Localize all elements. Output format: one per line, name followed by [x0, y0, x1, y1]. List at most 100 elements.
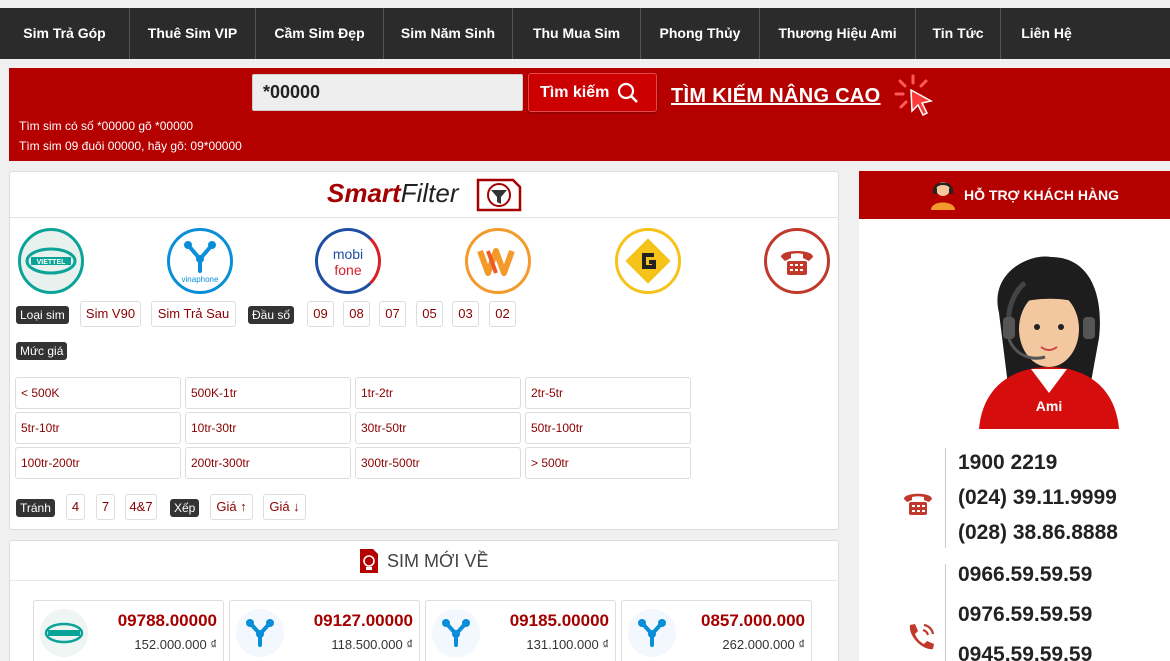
price-range-option[interactable]: < 500K	[15, 377, 181, 409]
price-range-option[interactable]: 10tr-30tr	[185, 412, 351, 444]
new-sims-header: SIM MỚI VỀ	[10, 541, 839, 581]
mobile-number[interactable]: 0966.59.59.59	[958, 563, 1092, 587]
prefix-chip[interactable]: 05	[416, 301, 443, 327]
prefix-chip[interactable]: 09	[307, 301, 334, 327]
landline-number[interactable]: (028) 38.86.8888	[958, 521, 1118, 545]
sim-price: 118.500.000 ₫	[331, 637, 413, 652]
svg-text:fone: fone	[334, 262, 361, 278]
sim-card-icon	[360, 549, 378, 573]
vinaphone-logo-icon	[432, 609, 480, 657]
price-range-option[interactable]: 200tr-300tr	[185, 447, 351, 479]
sim-number: 09788.00000	[117, 611, 217, 630]
nav-item-7[interactable]: Tin Tức	[916, 8, 1001, 59]
svg-text:VIETTEL: VIETTEL	[37, 259, 67, 266]
search-hint-1: Tìm sim có số *00000 gõ *00000	[19, 119, 194, 133]
search-icon	[618, 82, 639, 103]
carrier-landline[interactable]	[764, 228, 830, 294]
search-button[interactable]: Tìm kiếm	[528, 73, 657, 112]
sim-number: 09185.00000	[509, 611, 609, 630]
nav-item-2[interactable]: Cầm Sim Đẹp	[256, 8, 384, 59]
svg-text:vinaphone: vinaphone	[182, 275, 219, 284]
avoid-chip[interactable]: 4&7	[125, 494, 157, 520]
sort-label: Xếp	[170, 499, 200, 517]
sim-number: 09127.00000	[313, 611, 413, 630]
prefix-chip[interactable]: 03	[452, 301, 479, 327]
nav-item-3[interactable]: Sim Năm Sinh	[384, 8, 513, 59]
prefix-chip[interactable]: 02	[489, 301, 516, 327]
nav-item-4[interactable]: Thu Mua Sim	[513, 8, 641, 59]
vinaphone-logo-icon	[236, 609, 284, 657]
avoid-chip[interactable]: 7	[96, 494, 115, 520]
price-label: Mức giá	[16, 342, 68, 360]
price-range-option[interactable]: 5tr-10tr	[15, 412, 181, 444]
filter-icon	[476, 178, 522, 212]
sim-type-chip[interactable]: Sim V90	[80, 301, 141, 327]
smartfilter-header: SmartFilter	[10, 172, 839, 218]
avatar-brand-text: Ami	[1036, 398, 1062, 414]
support-avatar: Ami	[979, 256, 1119, 429]
price-range-option[interactable]: 300tr-500tr	[355, 447, 521, 479]
nav-item-1[interactable]: Thuê Sim VIP	[130, 8, 256, 59]
support-header: HỖ TRỢ KHÁCH HÀNG	[859, 171, 1170, 219]
carrier-vietnamobile[interactable]	[465, 228, 531, 294]
viettel-logo-icon: VIETTEL	[25, 247, 77, 275]
advanced-search-link[interactable]: TÌM KIẾM NÂNG CAO	[671, 85, 881, 108]
gmobile-logo-icon	[625, 238, 671, 284]
mobile-phone-icon	[909, 623, 935, 650]
carrier-gmobile[interactable]	[615, 228, 681, 294]
sim-card[interactable]: 09185.00000 131.100.000 ₫	[425, 600, 616, 661]
sim-type-label: Loại sim	[16, 306, 69, 324]
telephone-icon	[781, 251, 813, 275]
landline-number[interactable]: 1900 2219	[958, 451, 1057, 475]
nav-item-8[interactable]: Liên Hệ	[1001, 8, 1092, 59]
sim-card[interactable]: 09788.00000 152.000.000 ₫	[33, 600, 224, 661]
main-nav: Sim Trả Góp Thuê Sim VIP Cầm Sim Đẹp Sim Nă…	[0, 8, 1170, 59]
vietnamobile-logo-icon	[477, 248, 515, 276]
prefix-chip[interactable]: 07	[379, 301, 406, 327]
nav-item-0[interactable]: Sim Trả Góp	[0, 8, 130, 59]
mobile-number[interactable]: 0976.59.59.59	[958, 603, 1092, 627]
sim-type-chip[interactable]: Sim Trả Sau	[151, 301, 236, 327]
svg-text:mobi: mobi	[333, 246, 363, 262]
support-panel: Ami 1900 2219 (024) 39.11.9999 (028) 38.86…	[859, 219, 1170, 661]
landline-number[interactable]: (024) 39.11.9999	[958, 486, 1117, 510]
carrier-mobifone[interactable]: mobi fone	[315, 228, 381, 294]
price-range-option[interactable]: 1tr-2tr	[355, 377, 521, 409]
sim-number: 0857.000.000	[701, 611, 805, 630]
sim-price: 131.100.000 ₫	[526, 637, 609, 652]
sort-price-asc-button[interactable]: Giá ↑	[210, 494, 253, 520]
avoid-label: Tránh	[16, 499, 55, 517]
sim-price: 152.000.000 ₫	[134, 637, 217, 652]
search-button-label: Tìm kiếm	[540, 83, 610, 101]
mobile-number[interactable]: 0945.59.59.59	[958, 643, 1092, 661]
carrier-vinaphone[interactable]: vinaphone	[167, 228, 233, 294]
landline-phone-icon	[904, 493, 932, 515]
price-range-option[interactable]: 2tr-5tr	[525, 377, 691, 409]
price-range-option[interactable]: 50tr-100tr	[525, 412, 691, 444]
smartfilter-panel: SmartFilter VIETTEL vinaphone mobi fone L…	[9, 171, 839, 530]
avoid-chip[interactable]: 4	[66, 494, 85, 520]
sim-card[interactable]: 0857.000.000 262.000.000 ₫	[621, 600, 812, 661]
prefix-chip[interactable]: 08	[343, 301, 370, 327]
nav-item-5[interactable]: Phong Thủy	[641, 8, 760, 59]
vinaphone-logo-icon: vinaphone	[182, 241, 219, 284]
support-title: HỖ TRỢ KHÁCH HÀNG	[964, 187, 1120, 203]
price-range-option[interactable]: 500K-1tr	[185, 377, 351, 409]
sim-card[interactable]: 09127.00000 118.500.000 ₫	[229, 600, 420, 661]
sim-price: 262.000.000 ₫	[722, 637, 805, 652]
price-range-option[interactable]: 100tr-200tr	[15, 447, 181, 479]
carrier-viettel[interactable]: VIETTEL	[18, 228, 84, 294]
prefix-label: Đầu số	[248, 306, 295, 324]
mobifone-logo-icon: mobifone	[333, 246, 363, 278]
smartfilter-title: SmartFilter	[327, 178, 459, 208]
nav-item-6[interactable]: Thương Hiệu Ami	[760, 8, 916, 59]
search-band: Tìm kiếm TÌM KIẾM NÂNG CAO Tìm sim có số…	[9, 68, 1170, 161]
click-pointer-icon	[894, 74, 934, 117]
sort-price-desc-button[interactable]: Giá ↓	[263, 494, 306, 520]
price-range-option[interactable]: > 500tr	[525, 447, 691, 479]
new-sims-title: SIM MỚI VỀ	[387, 551, 489, 571]
vinaphone-logo-icon	[628, 609, 676, 657]
viettel-logo-icon	[40, 609, 88, 657]
search-input[interactable]	[252, 74, 523, 111]
price-range-option[interactable]: 30tr-50tr	[355, 412, 521, 444]
